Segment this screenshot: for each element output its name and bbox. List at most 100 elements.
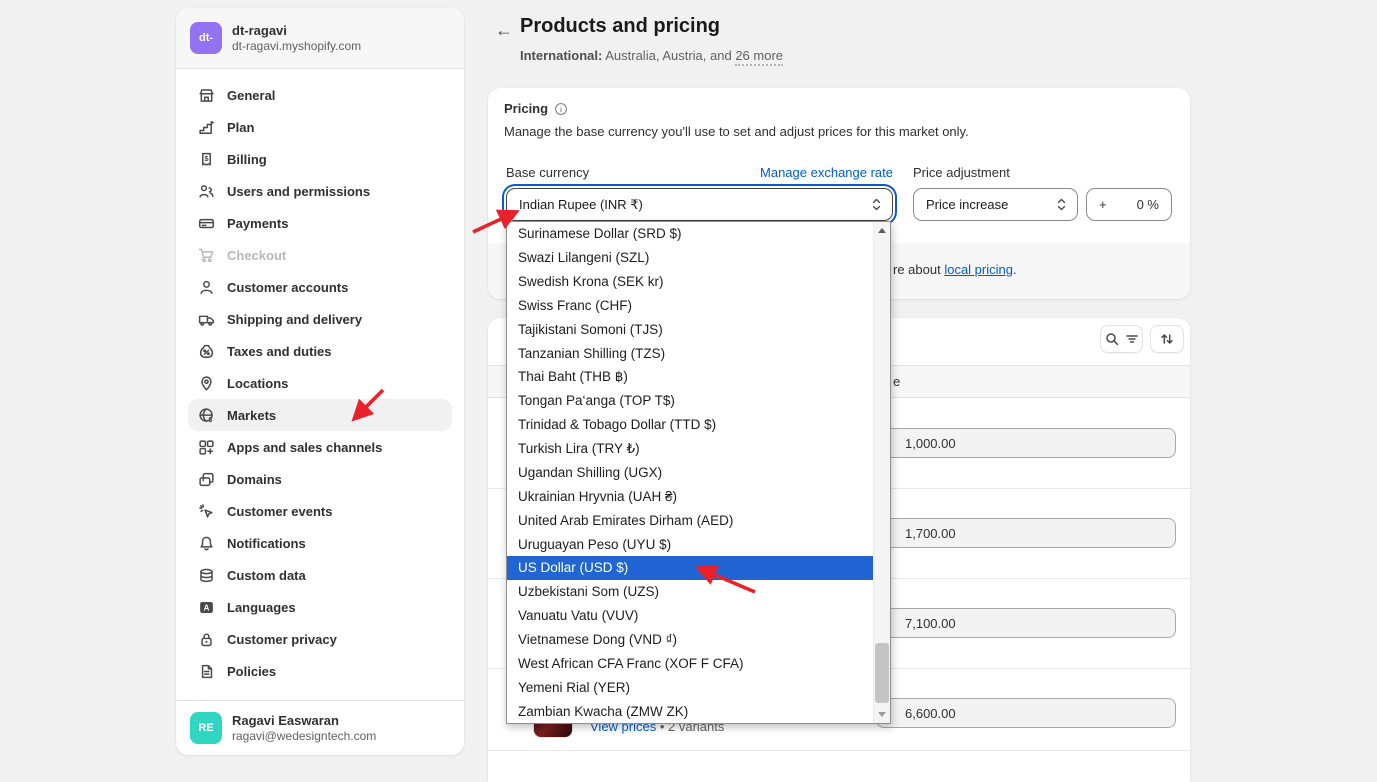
scrollbar-down-arrow[interactable] — [874, 706, 890, 723]
sidebar-item-languages[interactable]: A Languages — [188, 591, 452, 623]
breadcrumb-subtitle: International: Australia, Austria, and 2… — [520, 48, 783, 63]
store-switcher[interactable]: dt- dt-ragavi dt-ragavi.myshopify.com — [176, 8, 464, 69]
sidebar-item-locations[interactable]: Locations — [188, 367, 452, 399]
taxes-moneybag-icon — [198, 343, 215, 360]
price-input[interactable]: 1,700.00 — [876, 518, 1176, 548]
currency-option[interactable]: Uruguayan Peso (UYU $) — [507, 532, 873, 556]
local-pricing-link[interactable]: local pricing — [944, 262, 1013, 277]
sidebar-item-plan[interactable]: Plan — [188, 111, 452, 143]
sidebar-item-customer-privacy[interactable]: Customer privacy — [188, 623, 452, 655]
manage-exchange-rate-link[interactable]: Manage exchange rate — [760, 165, 893, 180]
pricing-card-title: Pricing i — [504, 101, 568, 116]
price-adjustment-label: Price adjustment — [913, 165, 1010, 180]
sidebar-item-label: Checkout — [227, 248, 286, 263]
sidebar-item-label: Users and permissions — [227, 184, 370, 199]
currency-option[interactable]: Swiss Franc (CHF) — [507, 294, 873, 318]
currency-option[interactable]: United Arab Emirates Dirham (AED) — [507, 508, 873, 532]
pricing-description: Manage the base currency you'll use to s… — [504, 124, 969, 139]
currency-option[interactable]: Tanzanian Shilling (TZS) — [507, 341, 873, 365]
translate-icon: A — [198, 599, 215, 616]
domains-windows-icon — [198, 471, 215, 488]
currency-option-list: Surinamese Dollar (SRD $) Swazi Lilangen… — [507, 222, 873, 723]
scrollbar-up-arrow[interactable] — [874, 222, 890, 239]
price-adjustment-percent-input[interactable]: + 0 % — [1086, 188, 1172, 221]
sidebar-item-policies[interactable]: Policies — [188, 655, 452, 687]
currency-option[interactable]: West African CFA Franc (XOF F CFA) — [507, 651, 873, 675]
sidebar-item-taxes-duties[interactable]: Taxes and duties — [188, 335, 452, 367]
adjustment-sign: + — [1099, 197, 1107, 212]
bell-icon — [198, 535, 215, 552]
currency-option[interactable]: Vietnamese Dong (VND ₫) — [507, 628, 873, 652]
shipping-truck-icon — [198, 311, 215, 328]
currency-option-selected[interactable]: US Dollar (USD $) — [507, 556, 873, 580]
sidebar-item-domains[interactable]: Domains — [188, 463, 452, 495]
price-input[interactable]: 6,600.00 — [876, 698, 1176, 728]
sidebar-item-notifications[interactable]: Notifications — [188, 527, 452, 559]
sidebar-item-label: Billing — [227, 152, 267, 167]
sidebar-item-label: Shipping and delivery — [227, 312, 362, 327]
filter-icon — [1124, 331, 1140, 347]
svg-text:$: $ — [204, 153, 209, 162]
sidebar-item-customer-events[interactable]: Customer events — [188, 495, 452, 527]
currency-option[interactable]: Tajikistani Somoni (TJS) — [507, 317, 873, 341]
currency-option[interactable]: Trinidad & Tobago Dollar (TTD $) — [507, 413, 873, 437]
currency-option[interactable]: Zambian Kwacha (ZMW ZK) — [507, 699, 873, 723]
sidebar-item-label: Notifications — [227, 536, 306, 551]
currency-option[interactable]: Vanuatu Vatu (VUV) — [507, 604, 873, 628]
svg-text:$: $ — [209, 416, 213, 423]
price-input[interactable]: 1,000.00 — [876, 428, 1176, 458]
currency-option[interactable]: Ukrainian Hryvnia (UAH ₴) — [507, 484, 873, 508]
adjustment-value: 0 % — [1137, 197, 1159, 212]
currency-option[interactable]: Thai Baht (THB ฿) — [507, 365, 873, 389]
plan-icon — [198, 119, 215, 136]
currency-option[interactable]: Yemeni Rial (YER) — [507, 675, 873, 699]
sort-arrows-icon — [1159, 331, 1175, 347]
sidebar-item-checkout: Checkout — [188, 239, 452, 271]
sidebar-item-billing[interactable]: $ Billing — [188, 143, 452, 175]
currency-option[interactable]: Swazi Lilangeni (SZL) — [507, 246, 873, 270]
back-arrow-icon[interactable]: ← — [493, 19, 515, 41]
sidebar-item-customer-accounts[interactable]: Customer accounts — [188, 271, 452, 303]
checkout-cart-icon — [198, 247, 215, 264]
user-avatar: RE — [190, 712, 222, 744]
price-adjustment-type-select[interactable]: Price increase — [913, 188, 1078, 221]
scrollbar-thumb[interactable] — [875, 643, 889, 703]
currency-option[interactable]: Ugandan Shilling (UGX) — [507, 461, 873, 485]
sort-button[interactable] — [1150, 325, 1184, 353]
sidebar-item-shipping-delivery[interactable]: Shipping and delivery — [188, 303, 452, 335]
currency-option[interactable]: Tongan Pa‘anga (TOP T$) — [507, 389, 873, 413]
select-stepper-icon — [1056, 197, 1067, 212]
dropdown-scrollbar[interactable] — [873, 222, 890, 723]
currency-option[interactable]: Turkish Lira (TRY ₺) — [507, 437, 873, 461]
sidebar-item-payments[interactable]: Payments — [188, 207, 452, 239]
sidebar-item-label: Markets — [227, 408, 276, 423]
svg-text:i: i — [560, 104, 562, 113]
currency-dropdown: Surinamese Dollar (SRD $) Swazi Lilangen… — [506, 221, 891, 724]
sidebar-item-general[interactable]: General — [188, 79, 452, 111]
sidebar-item-custom-data[interactable]: Custom data — [188, 559, 452, 591]
sidebar-item-label: Custom data — [227, 568, 306, 583]
sidebar-item-label: Taxes and duties — [227, 344, 332, 359]
user-account[interactable]: RE Ragavi Easwaran ragavi@wedesigntech.c… — [176, 700, 464, 755]
select-stepper-icon — [871, 197, 882, 212]
currency-option[interactable]: Surinamese Dollar (SRD $) — [507, 222, 873, 246]
info-icon[interactable]: i — [554, 102, 568, 116]
page-title: Products and pricing — [520, 15, 720, 38]
price-input[interactable]: 7,100.00 — [876, 608, 1176, 638]
search-filter-button[interactable] — [1100, 325, 1143, 353]
apps-grid-icon — [198, 439, 215, 456]
market-name: International: — [520, 48, 602, 63]
location-pin-icon — [198, 375, 215, 392]
sidebar-item-apps-sales-channels[interactable]: Apps and sales channels — [188, 431, 452, 463]
sidebar-item-label: Customer events — [227, 504, 332, 519]
base-currency-select[interactable]: Indian Rupee (INR ₹) — [506, 188, 893, 221]
more-countries-link[interactable]: 26 more — [735, 48, 783, 66]
cursor-click-icon — [198, 503, 215, 520]
store-icon — [198, 87, 215, 104]
currency-option[interactable]: Uzbekistani Som (UZS) — [507, 580, 873, 604]
sidebar-item-users-permissions[interactable]: Users and permissions — [188, 175, 452, 207]
lock-icon — [198, 631, 215, 648]
banner-text-fragment: re about — [893, 262, 944, 277]
sidebar-item-markets[interactable]: $ Markets — [188, 399, 452, 431]
currency-option[interactable]: Swedish Krona (SEK kr) — [507, 270, 873, 294]
